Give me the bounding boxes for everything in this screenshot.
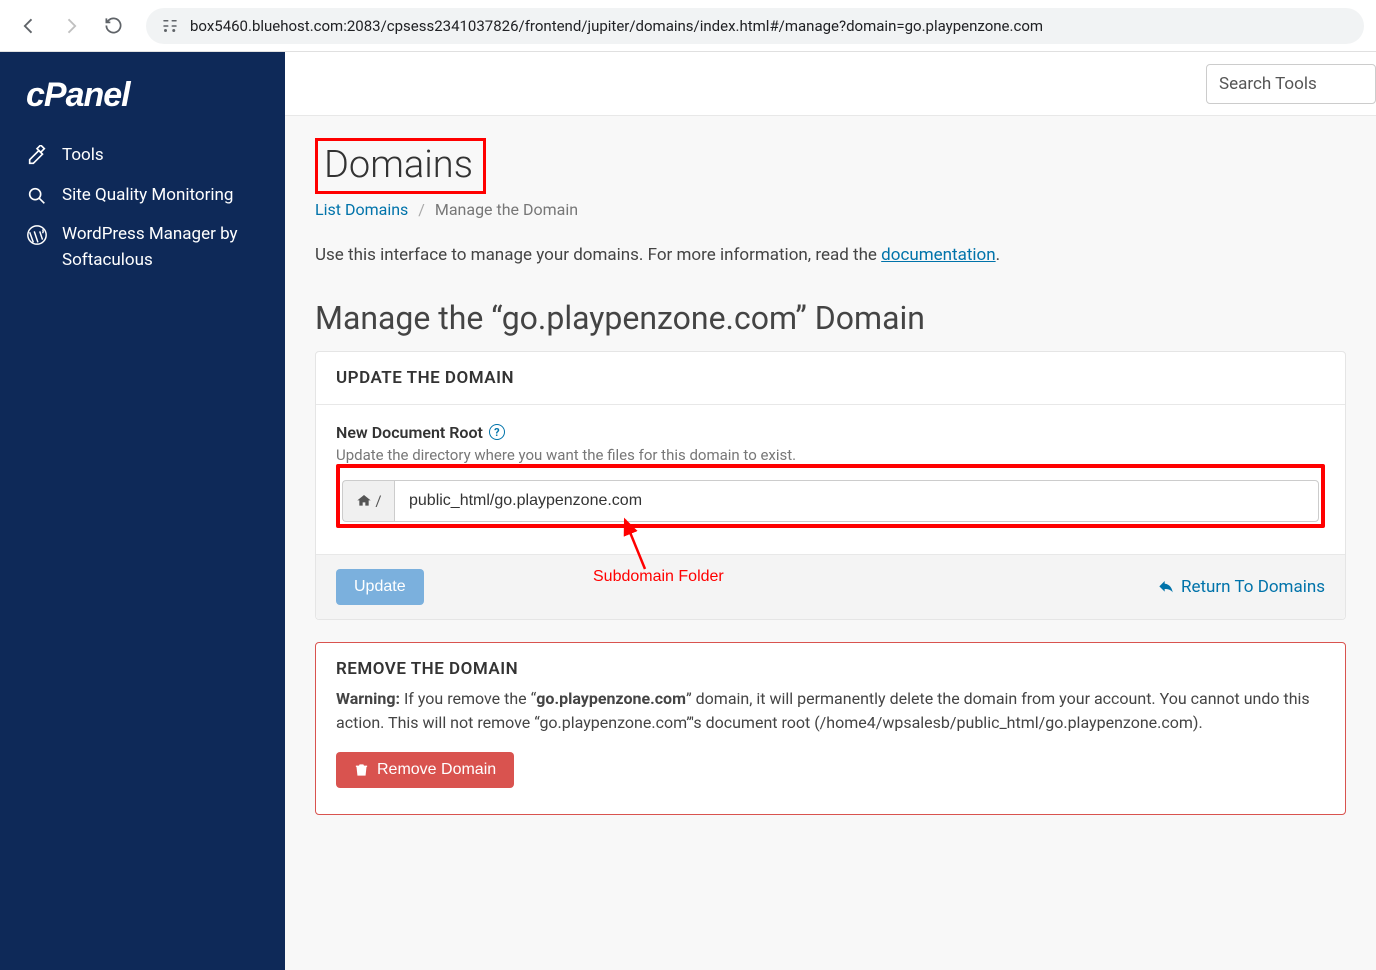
address-bar[interactable]: box5460.bluehost.com:2083/cpsess23410378…	[146, 8, 1364, 44]
breadcrumb-current: Manage the Domain	[435, 200, 578, 219]
breadcrumb-separator: /	[418, 200, 425, 219]
sidebar-item-wordpress[interactable]: WordPress Manager by Softaculous	[26, 222, 259, 273]
field-help-text: Update the directory where you want the …	[336, 446, 1325, 464]
home-path-prefix: /	[342, 480, 394, 522]
page-title-highlight: Domains	[315, 138, 486, 194]
trash-icon	[354, 762, 369, 778]
browser-toolbar: box5460.bluehost.com:2083/cpsess23410378…	[0, 0, 1376, 52]
update-domain-panel: UPDATE THE DOMAIN New Document Root ? Up…	[315, 351, 1346, 620]
tools-icon	[26, 145, 48, 167]
help-icon[interactable]: ?	[489, 424, 505, 440]
update-panel-header: UPDATE THE DOMAIN	[316, 352, 1345, 405]
sidebar-item-label: Site Quality Monitoring	[62, 183, 233, 209]
documentation-link[interactable]: documentation	[881, 245, 995, 265]
sidebar-item-label: WordPress Manager by Softaculous	[62, 222, 259, 273]
sidebar-item-site-quality[interactable]: Site Quality Monitoring	[26, 183, 259, 209]
sidebar-item-label: Tools	[62, 143, 104, 169]
document-root-highlight: /	[336, 464, 1325, 528]
update-panel-footer: Update Return To Domains	[316, 554, 1345, 619]
cpanel-logo: cPanel	[26, 76, 259, 115]
back-button[interactable]	[12, 9, 46, 43]
remove-panel-header: REMOVE THE DOMAIN	[316, 643, 1345, 687]
reload-button[interactable]	[96, 9, 130, 43]
intro-text: Use this interface to manage your domain…	[315, 243, 1346, 269]
main-content: Search Tools Domains List Domains / Mana…	[285, 52, 1376, 970]
wordpress-icon	[26, 224, 48, 246]
search-tools-input[interactable]: Search Tools	[1206, 64, 1376, 104]
breadcrumb-link[interactable]: List Domains	[315, 200, 408, 219]
update-button[interactable]: Update	[336, 569, 424, 605]
home-icon	[355, 493, 373, 509]
topbar: Search Tools	[285, 52, 1376, 116]
sidebar: cPanel Tools Site Quality Monitoring Wor…	[0, 52, 285, 970]
document-root-input[interactable]	[394, 480, 1319, 522]
site-settings-icon	[160, 16, 180, 36]
return-to-domains-link[interactable]: Return To Domains	[1157, 577, 1325, 597]
url-text: box5460.bluehost.com:2083/cpsess23410378…	[190, 17, 1043, 35]
page-title: Domains	[318, 141, 483, 191]
remove-domain-button[interactable]: Remove Domain	[336, 752, 514, 788]
new-document-root-label: New Document Root ?	[336, 423, 1325, 442]
return-arrow-icon	[1157, 579, 1175, 595]
remove-warning-text: Warning: If you remove the “go.playpenzo…	[336, 687, 1325, 737]
breadcrumb: List Domains / Manage the Domain	[315, 200, 1346, 219]
magnify-icon	[26, 185, 48, 207]
forward-button[interactable]	[54, 9, 88, 43]
manage-domain-heading: Manage the “go.playpenzone.com” Domain	[315, 299, 1346, 337]
remove-domain-panel: REMOVE THE DOMAIN Warning: If you remove…	[315, 642, 1346, 816]
annotation-label: Subdomain Folder	[593, 568, 724, 586]
annotation-arrow	[615, 514, 655, 574]
sidebar-item-tools[interactable]: Tools	[26, 143, 259, 169]
